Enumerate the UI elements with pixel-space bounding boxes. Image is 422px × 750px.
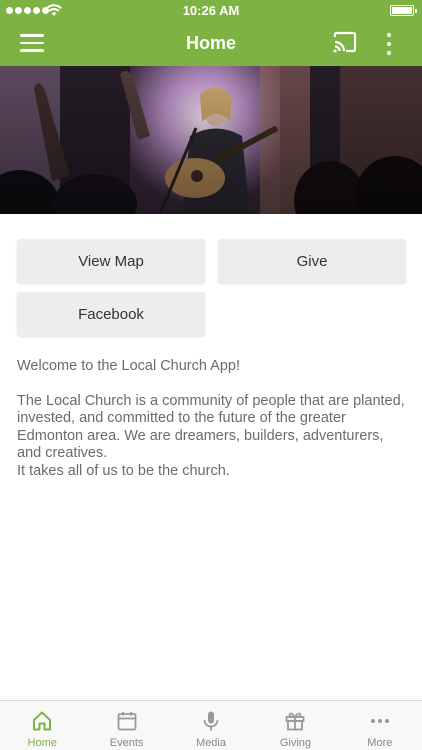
tab-giving[interactable]: Giving <box>253 701 337 750</box>
status-bar: 10:26 AM <box>0 0 422 22</box>
tab-label: Home <box>27 737 57 749</box>
status-time: 10:26 AM <box>182 3 240 18</box>
nav-bar: Home <box>0 22 422 66</box>
tab-media[interactable]: Media <box>169 701 253 750</box>
welcome-content: Welcome to the Local Church App! The Loc… <box>17 358 409 480</box>
about-text: The Local Church is a community of peopl… <box>17 392 405 479</box>
tab-bar: Home Events Media Giving More <box>0 700 422 750</box>
hero-image <box>0 66 422 214</box>
tab-events[interactable]: Events <box>84 701 168 750</box>
top-bar: 10:26 AM Home <box>0 0 422 66</box>
welcome-text: Welcome to the Local Church App! <box>17 358 240 374</box>
tab-label: Media <box>196 737 226 749</box>
tab-more[interactable]: More <box>338 701 422 750</box>
overflow-menu-icon[interactable] <box>378 31 400 57</box>
tab-label: Giving <box>279 737 312 749</box>
view-map-button[interactable]: View Map <box>17 239 205 283</box>
gift-icon <box>286 712 305 731</box>
give-button[interactable]: Give <box>218 239 406 283</box>
tab-label: More <box>367 737 393 749</box>
facebook-button[interactable]: Facebook <box>17 292 205 336</box>
page-title: Home <box>185 33 236 53</box>
ellipsis-icon <box>370 719 389 723</box>
calendar-icon <box>117 712 137 731</box>
cast-icon[interactable] <box>332 31 358 55</box>
tab-label: Events <box>109 737 144 749</box>
tab-home[interactable]: Home <box>0 701 84 750</box>
battery-icon <box>390 5 417 16</box>
microphone-icon <box>203 711 219 731</box>
home-icon <box>33 711 52 731</box>
